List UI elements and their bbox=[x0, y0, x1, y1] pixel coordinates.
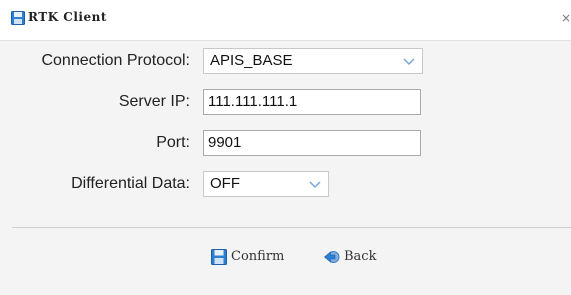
back-label: Back bbox=[344, 249, 377, 264]
close-icon[interactable]: × bbox=[561, 10, 571, 26]
port-label: Port: bbox=[156, 134, 190, 151]
chevron-down-icon bbox=[309, 181, 321, 189]
confirm-label: Confirm bbox=[231, 249, 285, 264]
differential-label: Differential Data: bbox=[71, 175, 190, 192]
back-button[interactable]: Back bbox=[324, 246, 388, 268]
title-bar: RTK Client × bbox=[0, 0, 571, 41]
protocol-row: Connection Protocol: APIS_BASE bbox=[0, 48, 571, 74]
window-title: RTK Client bbox=[28, 10, 107, 24]
back-arrow-icon bbox=[324, 251, 340, 263]
protocol-select[interactable]: APIS_BASE bbox=[203, 48, 423, 74]
floppy-disk-icon bbox=[11, 11, 25, 25]
port-field[interactable]: 9901 bbox=[203, 130, 421, 156]
server-ip-label: Server IP: bbox=[118, 93, 190, 110]
differential-row: Differential Data: OFF bbox=[0, 171, 571, 197]
differential-select[interactable]: OFF bbox=[203, 171, 329, 197]
rtk-client-dialog: RTK Client × Connection Protocol: APIS_B… bbox=[0, 0, 571, 295]
chevron-down-icon bbox=[403, 58, 415, 66]
divider bbox=[12, 227, 571, 228]
floppy-disk-icon bbox=[211, 249, 227, 265]
server-ip-row: Server IP: 111.111.111.1 bbox=[0, 89, 571, 115]
protocol-value: APIS_BASE bbox=[210, 52, 293, 69]
protocol-label: Connection Protocol: bbox=[41, 52, 190, 69]
port-value: 9901 bbox=[208, 134, 242, 151]
port-row: Port: 9901 bbox=[0, 130, 571, 156]
server-ip-field[interactable]: 111.111.111.1 bbox=[203, 89, 421, 115]
differential-value: OFF bbox=[210, 175, 240, 192]
server-ip-value: 111.111.111.1 bbox=[208, 93, 298, 110]
confirm-button[interactable]: Confirm bbox=[211, 246, 303, 268]
